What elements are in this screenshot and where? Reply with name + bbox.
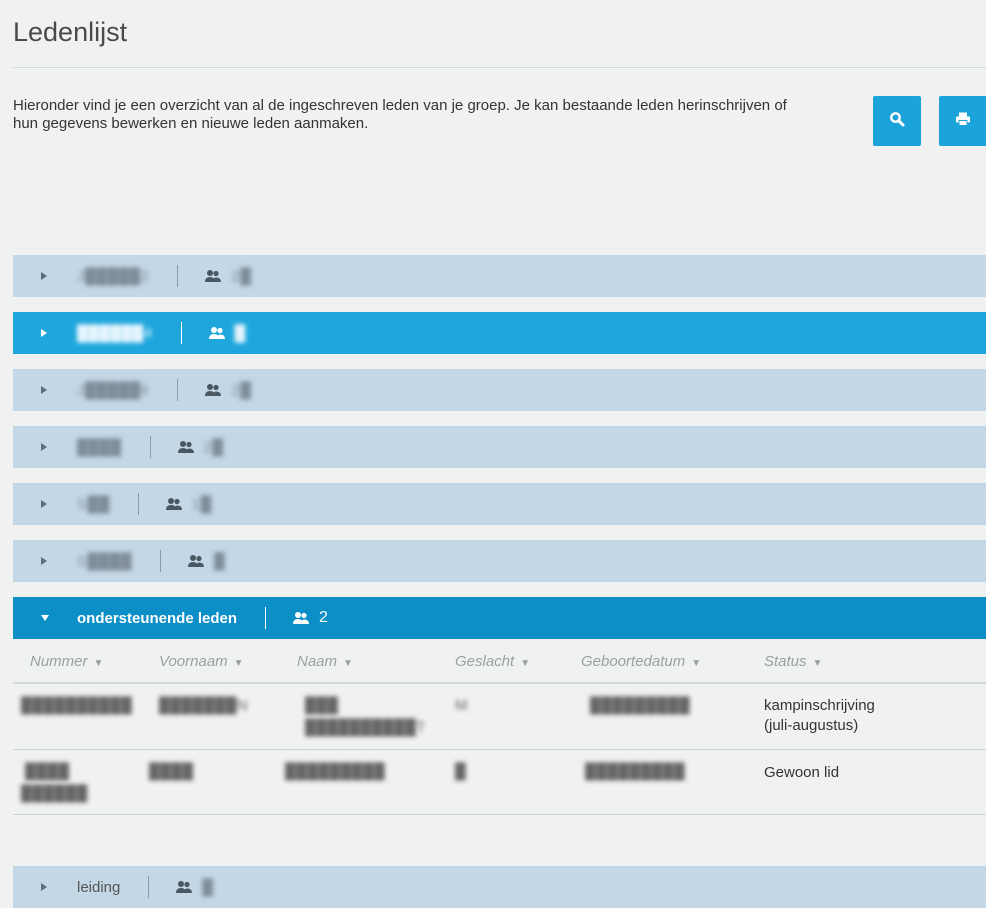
cell-geboortedatum: █████████ xyxy=(585,763,686,780)
members-icon xyxy=(177,440,195,454)
member-count: █ xyxy=(202,878,214,896)
group-row[interactable]: leiding █ xyxy=(13,866,986,908)
group-name: J█████6 xyxy=(77,381,150,399)
cell-status-line1: kampinschrijving xyxy=(764,697,875,714)
divider xyxy=(265,607,267,629)
divider xyxy=(137,493,139,515)
column-header-nummer[interactable]: Nummer ▼ xyxy=(30,653,103,670)
members-icon xyxy=(204,383,222,397)
cell-nummer-line1: ████ xyxy=(25,763,70,780)
column-header-status[interactable]: Status ▼ xyxy=(764,653,822,670)
member-count: 1█ xyxy=(191,495,212,513)
divider xyxy=(148,876,150,898)
divider xyxy=(149,436,151,458)
caret-right-icon xyxy=(41,883,49,891)
divider xyxy=(177,265,179,287)
group-row[interactable]: ██████4 █ xyxy=(13,312,986,354)
column-header-geboortedatum[interactable]: Geboortedatum ▼ xyxy=(581,653,701,670)
sort-caret-icon: ▼ xyxy=(93,658,104,669)
caret-right-icon xyxy=(41,557,49,565)
divider xyxy=(180,322,182,344)
table-row[interactable]: ████ ██████ ████ █████████ █ █████████ G… xyxy=(13,751,986,815)
cell-voornaam: ███████N xyxy=(159,697,249,714)
caret-right-icon xyxy=(41,329,49,337)
group-name: S████ xyxy=(77,552,133,570)
cell-status-line2: (juli-augustus) xyxy=(764,717,859,734)
caret-right-icon xyxy=(41,386,49,394)
group-name: J█████2 xyxy=(77,267,150,285)
cell-geslacht: M xyxy=(455,697,468,714)
member-count: 2█ xyxy=(231,381,252,399)
divider xyxy=(160,550,162,572)
group-row[interactable]: S██ 1█ xyxy=(13,483,986,525)
sort-caret-icon: ▼ xyxy=(343,658,353,669)
cell-geslacht: █ xyxy=(455,763,467,780)
group-name: ondersteunende leden xyxy=(77,609,238,627)
group-row-expanded[interactable]: ondersteunende leden 2 xyxy=(13,597,986,639)
members-icon xyxy=(292,611,310,625)
cell-voornaam: ████ xyxy=(149,763,194,780)
member-count: █ xyxy=(234,324,246,342)
group-name: S██ xyxy=(77,495,110,513)
members-icon xyxy=(204,269,222,283)
cell-nummer-line2: ██████ xyxy=(21,785,88,802)
members-icon xyxy=(208,326,226,340)
caret-down-icon xyxy=(41,615,49,621)
members-icon xyxy=(165,497,183,511)
divider xyxy=(177,379,179,401)
caret-right-icon xyxy=(41,500,49,508)
group-row[interactable]: J█████2 2█ xyxy=(13,255,986,297)
group-name: leiding xyxy=(77,878,121,896)
column-header-voornaam[interactable]: Voornaam ▼ xyxy=(159,653,244,670)
cell-status: Gewoon lid xyxy=(764,764,840,781)
member-count: █ xyxy=(214,552,226,570)
member-count: 2█ xyxy=(231,267,252,285)
sort-caret-icon: ▼ xyxy=(233,658,244,669)
intro-text: Hieronder vind je een overzicht van al d… xyxy=(13,97,787,132)
print-icon xyxy=(955,111,971,132)
print-button[interactable] xyxy=(939,96,986,146)
caret-right-icon xyxy=(41,443,49,451)
table-row[interactable]: ██████████ ███████N ███ ██████████T M ██… xyxy=(13,686,986,750)
column-header-naam[interactable]: Naam ▼ xyxy=(297,653,353,670)
page-title: Ledenlijst xyxy=(13,17,128,47)
group-name: ██████4 xyxy=(77,324,153,342)
sort-caret-icon: ▼ xyxy=(520,658,531,669)
cell-naam: █████████ xyxy=(285,763,386,780)
title-divider xyxy=(13,67,986,68)
search-icon xyxy=(889,111,905,132)
cell-naam-line2: ██████████T xyxy=(305,719,426,736)
cell-naam-line1: ███ xyxy=(305,697,339,714)
members-icon xyxy=(187,554,205,568)
members-icon xyxy=(175,880,193,894)
sort-caret-icon: ▼ xyxy=(691,658,702,669)
cell-geboortedatum: █████████ xyxy=(590,697,691,714)
cell-nummer: ██████████ xyxy=(21,697,133,714)
caret-right-icon xyxy=(41,272,49,280)
column-header-geslacht[interactable]: Geslacht ▼ xyxy=(455,653,530,670)
group-row[interactable]: J█████6 2█ xyxy=(13,369,986,411)
group-name: ████ xyxy=(77,438,122,456)
members-table-header: Nummer ▼ Voornaam ▼ Naam ▼ Geslacht ▼ Geboor… xyxy=(13,640,986,684)
group-row[interactable]: S████ █ xyxy=(13,540,986,582)
member-count: 2 xyxy=(319,609,328,626)
sort-caret-icon: ▼ xyxy=(812,658,823,669)
group-row[interactable]: ████ 2█ xyxy=(13,426,986,468)
member-count: 2█ xyxy=(203,438,224,456)
search-button[interactable] xyxy=(873,96,921,146)
